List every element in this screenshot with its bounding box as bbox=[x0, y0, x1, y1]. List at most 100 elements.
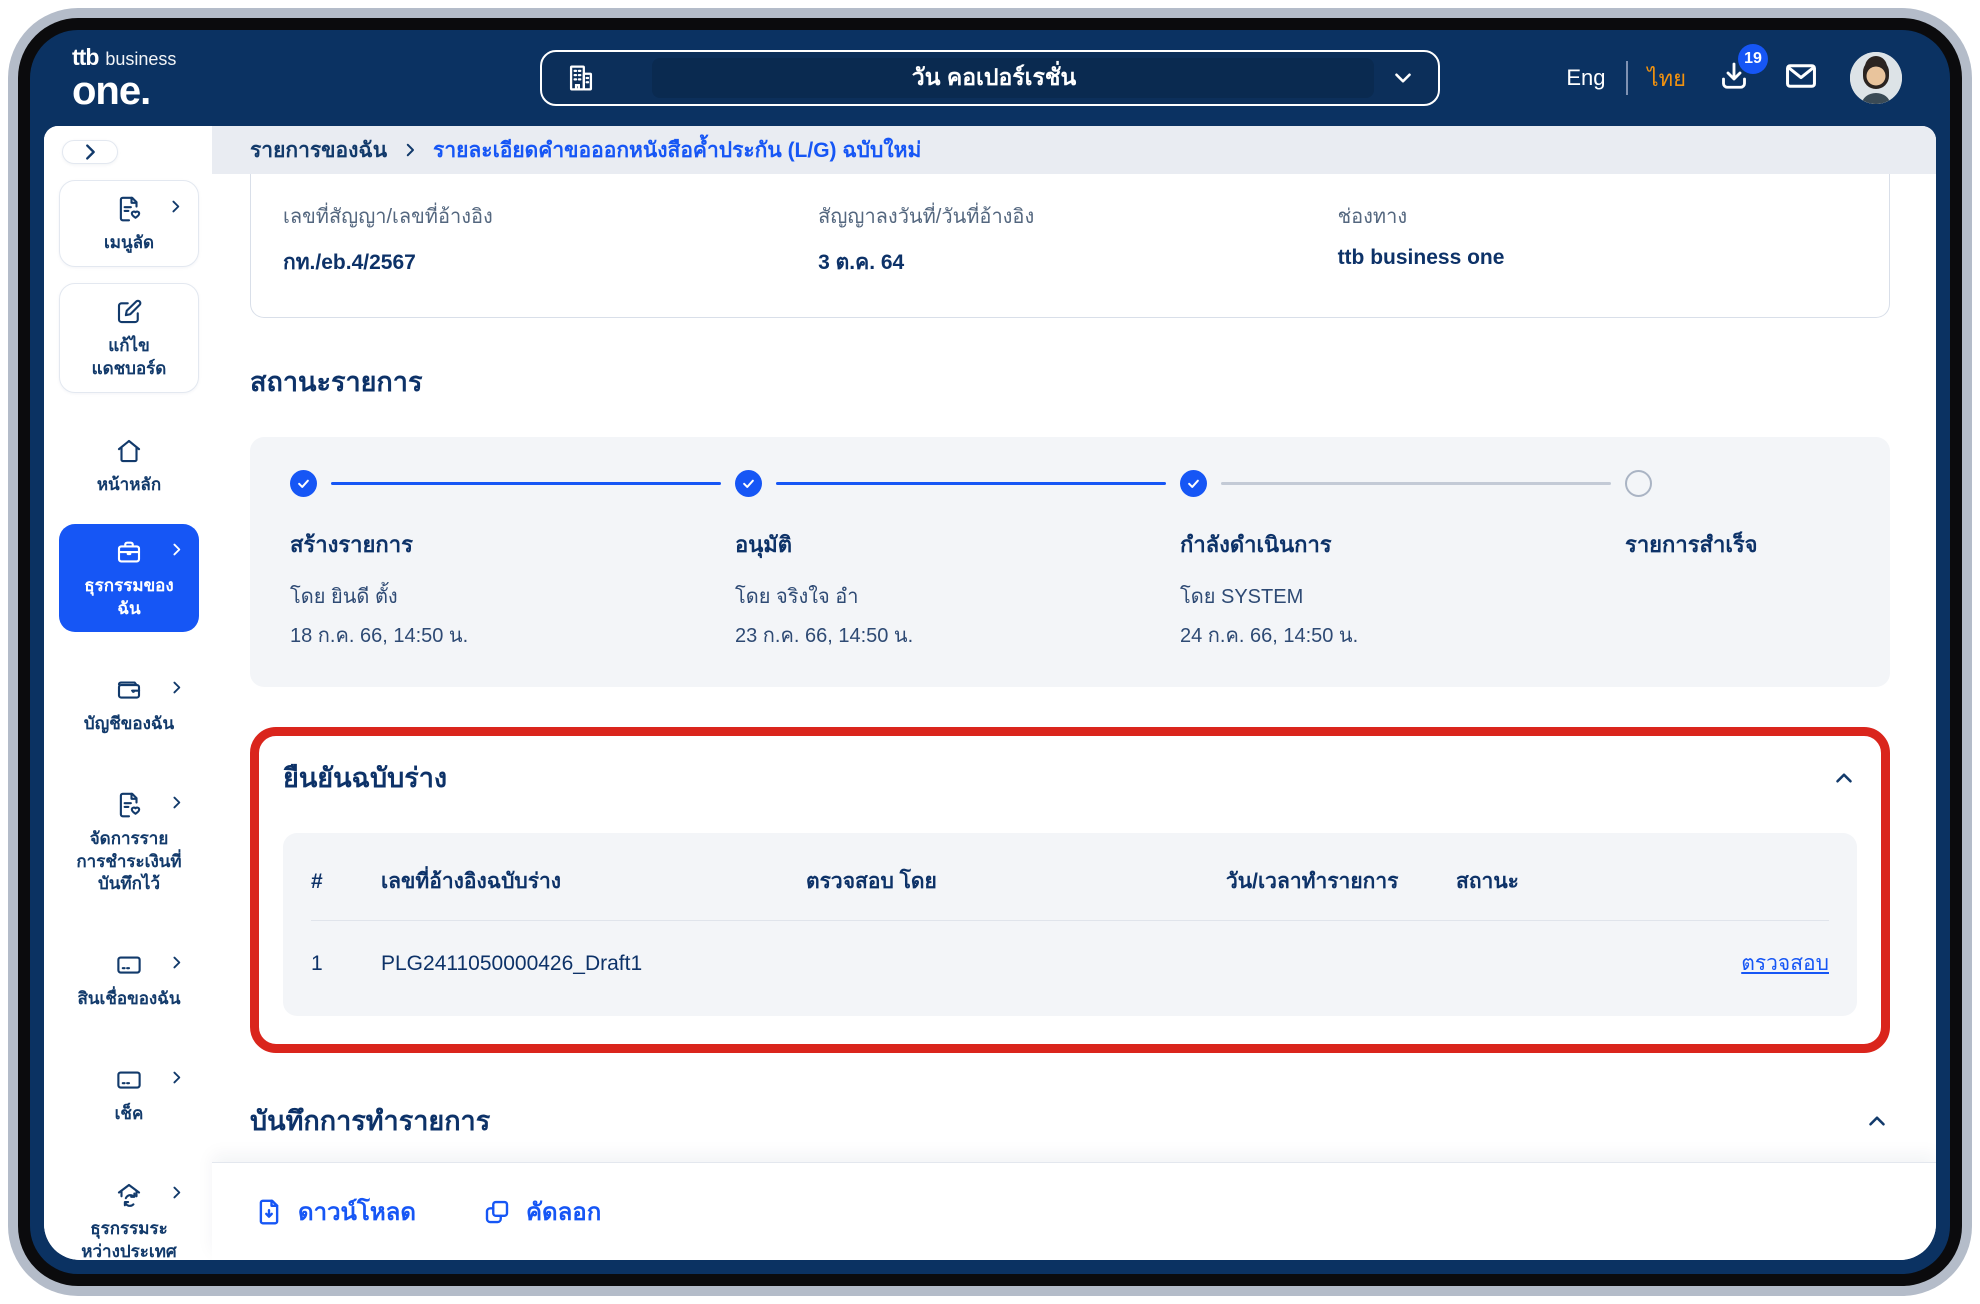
timeline-connector bbox=[1221, 482, 1611, 485]
chevron-down-icon bbox=[1390, 65, 1416, 91]
draft-table-row: 1 PLG2411050000426_Draft1 ตรวจสอบ bbox=[311, 921, 1829, 1016]
column-header: ตรวจสอบ โดย bbox=[806, 865, 1226, 898]
chevron-right-icon bbox=[168, 1184, 185, 1201]
chevron-right-icon bbox=[168, 679, 185, 696]
breadcrumb: รายการของฉัน รายละเอียดคำขอออกหนังสือค้ำ… bbox=[212, 126, 1936, 174]
sidebar-item-label: แก้ไข แดชบอร์ด bbox=[92, 335, 167, 381]
edit-icon bbox=[114, 297, 144, 327]
verify-link[interactable]: ตรวจสอบ bbox=[1741, 947, 1829, 980]
draft-table-header: # เลขที่อ้างอิงฉบับร่าง ตรวจสอบ โดย วัน/… bbox=[311, 833, 1829, 921]
chevron-up-icon[interactable] bbox=[1831, 765, 1857, 791]
draft-reference: PLG2411050000426_Draft1 bbox=[381, 952, 806, 976]
sidebar-item-label: ธุรกรรมของ ฉัน bbox=[84, 575, 173, 621]
top-bar: ttb business one. วัน คอเปอร์เรชั่น bbox=[44, 30, 1936, 126]
main-area: รายการของฉัน รายละเอียดคำขอออกหนังสือค้ำ… bbox=[212, 126, 1936, 1260]
sidebar-item-my-loans[interactable]: สินเชื่อของฉัน bbox=[59, 937, 199, 1022]
step-by: โดย ยินดี ตั้ง bbox=[290, 580, 735, 612]
downloads-button[interactable]: 19 bbox=[1716, 58, 1752, 99]
copy-button[interactable]: คัดลอก bbox=[482, 1192, 601, 1231]
document-heart-icon bbox=[114, 790, 144, 820]
step-title: กำลังดำเนินการ bbox=[1180, 527, 1625, 562]
user-avatar[interactable] bbox=[1850, 52, 1902, 104]
document-heart-icon bbox=[114, 194, 144, 224]
download-button[interactable]: ดาวน์โหลด bbox=[254, 1192, 416, 1231]
timeline-step-completed: รายการสำเร็จ bbox=[1625, 469, 1850, 651]
mail-icon bbox=[1782, 57, 1820, 95]
top-bar-right: Eng ไทย 19 bbox=[1566, 52, 1902, 104]
sidebar-item-manage-saved-payments[interactable]: จัดการราย การชำระเงินที่ บันทึกไว้ bbox=[59, 777, 199, 908]
sidebar-item-label: เมนูลัด bbox=[104, 232, 154, 255]
log-section-title: บันทึกการทำรายการ bbox=[250, 1099, 490, 1142]
row-index: 1 bbox=[311, 952, 381, 976]
log-section-header: บันทึกการทำรายการ bbox=[250, 1099, 1890, 1142]
sidebar-item-my-accounts[interactable]: บัญชีของฉัน bbox=[59, 662, 199, 747]
step-datetime: 23 ก.ค. 66, 14:50 น. bbox=[735, 619, 1180, 651]
downloads-count-badge: 19 bbox=[1738, 44, 1768, 74]
sidebar: เมนูลัด แก้ไข แดชบอร์ด bbox=[44, 126, 212, 1260]
app-body: เมนูลัด แก้ไข แดชบอร์ด bbox=[44, 126, 1936, 1260]
credit-card-icon bbox=[114, 1065, 144, 1095]
sidebar-item-label: สินเชื่อของฉัน bbox=[78, 988, 181, 1011]
sidebar-item-home[interactable]: หน้าหลัก bbox=[59, 423, 199, 508]
check-circle-icon bbox=[735, 470, 762, 497]
app-window: ttb business one. วัน คอเปอร์เรชั่น bbox=[30, 30, 1950, 1274]
step-title: สร้างรายการ bbox=[290, 527, 735, 562]
check-circle-icon bbox=[290, 470, 317, 497]
field-value: 3 ต.ค. 64 bbox=[818, 246, 1337, 279]
chevron-right-icon bbox=[401, 141, 419, 159]
ttb-business-one-logo: ttb business one. bbox=[72, 46, 176, 111]
field-label: เลขที่สัญญา/เลขที่อ้างอิง bbox=[283, 200, 818, 232]
chevron-right-icon bbox=[168, 541, 185, 558]
field-value: ttb business one bbox=[1338, 246, 1857, 270]
language-eng[interactable]: Eng bbox=[1566, 65, 1605, 91]
sidebar-item-label: ธุรกรรมระ หว่างประเทศ bbox=[81, 1218, 176, 1260]
sidebar-item-international-transactions[interactable]: ธุรกรรมระ หว่างประเทศ bbox=[59, 1167, 199, 1260]
pending-circle-icon bbox=[1625, 470, 1652, 497]
company-selector-label: วัน คอเปอร์เรชั่น bbox=[598, 60, 1390, 96]
field-value: กท./eb.4/2567 bbox=[283, 246, 818, 279]
logo-ttb-text: ttb bbox=[72, 46, 98, 69]
content-scroll-area[interactable]: เลขที่สัญญา/เลขที่อ้างอิง กท./eb.4/2567 … bbox=[212, 174, 1936, 1162]
sidebar-item-label: หน้าหลัก bbox=[97, 474, 161, 497]
briefcase-icon bbox=[114, 537, 144, 567]
draft-section-title: ยืนยันฉบับร่าง bbox=[283, 756, 447, 799]
credit-card-icon bbox=[114, 950, 144, 980]
column-header: # bbox=[311, 870, 381, 894]
draft-table: # เลขที่อ้างอิงฉบับร่าง ตรวจสอบ โดย วัน/… bbox=[283, 833, 1857, 1016]
building-icon bbox=[564, 61, 598, 95]
column-header: เลขที่อ้างอิงฉบับร่าง bbox=[381, 865, 806, 898]
sidebar-expand-button[interactable] bbox=[62, 140, 118, 164]
info-field: สัญญาลงวันที่/วันที่อ้างอิง 3 ต.ค. 64 bbox=[818, 200, 1337, 279]
sidebar-item-shortcut-menu[interactable]: เมนูลัด bbox=[59, 180, 199, 267]
language-switcher: Eng ไทย bbox=[1566, 61, 1686, 96]
messages-button[interactable] bbox=[1782, 57, 1820, 100]
step-by: โดย SYSTEM bbox=[1180, 580, 1625, 612]
breadcrumb-current-page: รายละเอียดคำขอออกหนังสือค้ำประกัน (L/G) … bbox=[433, 134, 921, 167]
check-circle-icon bbox=[1180, 470, 1207, 497]
status-timeline: สร้างรายการ โดย ยินดี ตั้ง 18 ก.ค. 66, 1… bbox=[250, 437, 1890, 687]
home-transfer-icon bbox=[114, 1180, 144, 1210]
sidebar-item-edit-dashboard[interactable]: แก้ไข แดชบอร์ด bbox=[59, 283, 199, 393]
timeline-step-processing: กำลังดำเนินการ โดย SYSTEM 24 ก.ค. 66, 14… bbox=[1180, 469, 1625, 651]
copy-label: คัดลอก bbox=[526, 1192, 601, 1231]
chevron-right-icon bbox=[168, 794, 185, 811]
company-selector[interactable]: วัน คอเปอร์เรชั่น bbox=[540, 50, 1440, 106]
chevron-right-icon bbox=[168, 1069, 185, 1086]
field-label: ช่องทาง bbox=[1338, 200, 1857, 232]
timeline-step-created: สร้างรายการ โดย ยินดี ตั้ง 18 ก.ค. 66, 1… bbox=[290, 469, 735, 651]
chevron-up-icon[interactable] bbox=[1864, 1108, 1890, 1134]
sidebar-item-label: บัญชีของฉัน bbox=[84, 713, 174, 736]
chevron-right-icon bbox=[167, 198, 184, 215]
step-datetime: 18 ก.ค. 66, 14:50 น. bbox=[290, 619, 735, 651]
sidebar-item-cheque[interactable]: เช็ค bbox=[59, 1052, 199, 1137]
screenshot-stage: ttb business one. วัน คอเปอร์เรชั่น bbox=[0, 0, 1980, 1304]
step-title: อนุมัติ bbox=[735, 527, 1180, 562]
contract-info-card: เลขที่สัญญา/เลขที่อ้างอิง กท./eb.4/2567 … bbox=[250, 174, 1890, 318]
breadcrumb-my-items[interactable]: รายการของฉัน bbox=[250, 134, 387, 167]
info-field: เลขที่สัญญา/เลขที่อ้างอิง กท./eb.4/2567 bbox=[283, 200, 818, 279]
step-title: รายการสำเร็จ bbox=[1625, 527, 1850, 562]
status-section-title: สถานะรายการ bbox=[250, 360, 1890, 403]
language-thai[interactable]: ไทย bbox=[1648, 61, 1686, 96]
sidebar-item-my-transactions[interactable]: ธุรกรรมของ ฉัน bbox=[59, 524, 199, 632]
timeline-connector bbox=[331, 482, 721, 485]
